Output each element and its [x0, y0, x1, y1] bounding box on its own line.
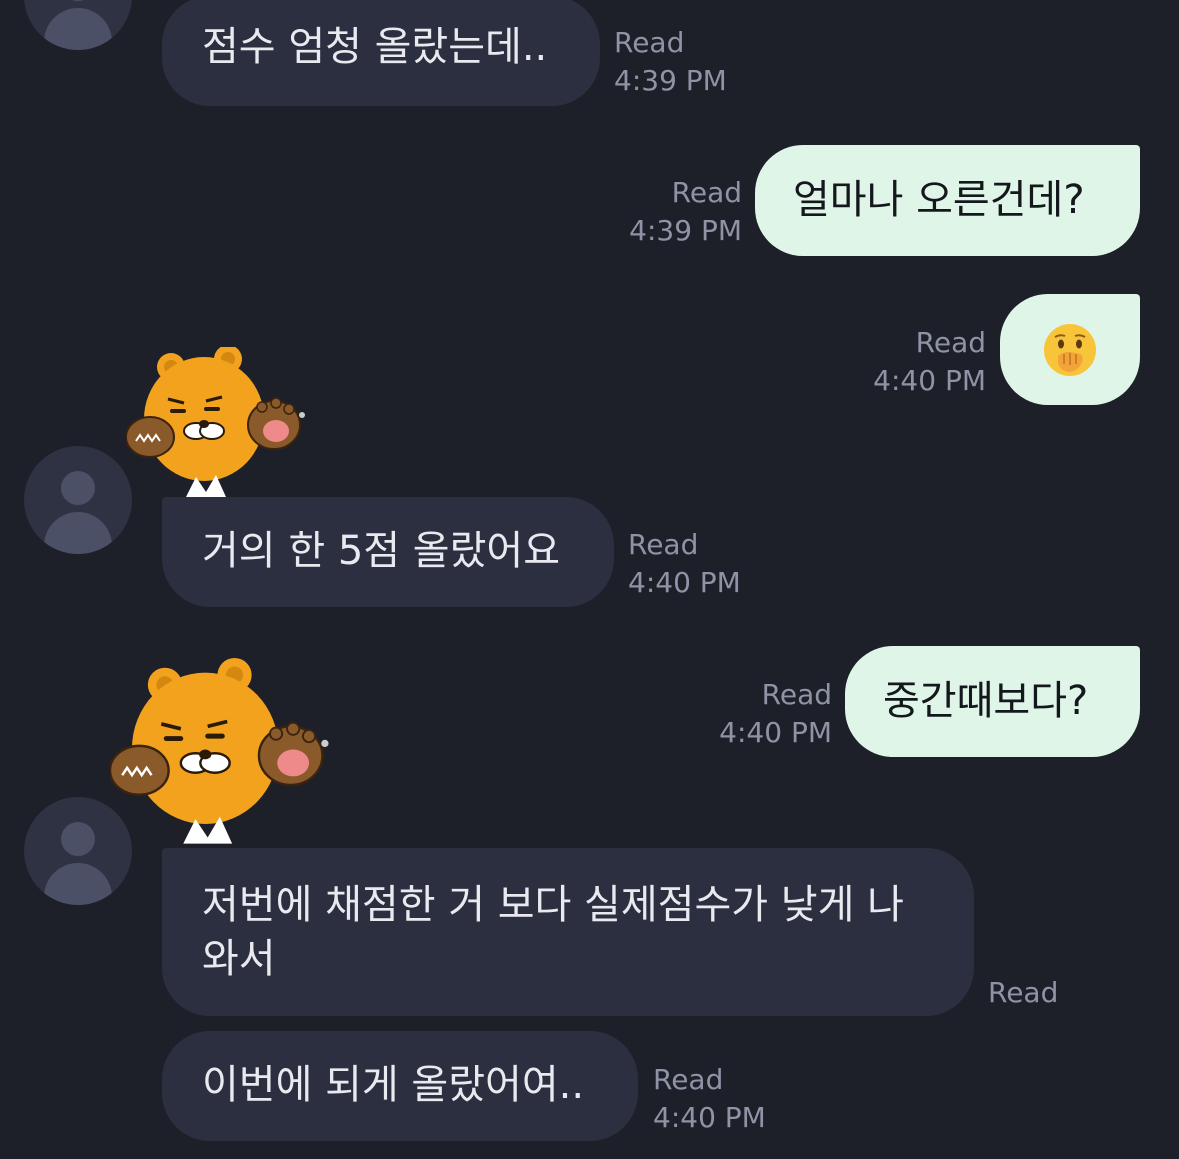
ryan-bear-sticker[interactable]	[110, 656, 342, 848]
avatar-shoulders-icon	[44, 863, 112, 905]
face-with-hand-over-mouth-icon	[1044, 324, 1096, 376]
message-meta: Read 4:40 PM	[690, 676, 832, 752]
sender-avatar[interactable]	[24, 797, 132, 905]
message-bubble-outgoing[interactable]: 중간때보다?	[845, 646, 1140, 757]
message-bubble-outgoing[interactable]	[1000, 294, 1140, 405]
read-receipt: Read	[761, 678, 832, 711]
message-meta: Read 4:39 PM	[600, 174, 742, 250]
avatar-shoulders-icon	[44, 512, 112, 554]
read-receipt: Read	[628, 528, 699, 561]
message-time: 4:40 PM	[653, 1101, 766, 1134]
message-time: 4:40 PM	[873, 364, 986, 397]
ryan-bear-sticker[interactable]	[126, 347, 316, 497]
avatar-shoulders-icon	[44, 8, 112, 50]
message-meta: Read 4:39 PM	[614, 24, 727, 100]
avatar-head-icon	[61, 471, 95, 505]
message-time: 4:39 PM	[629, 214, 742, 247]
message-bubble-incoming[interactable]: 이번에 되게 올랐어여..	[162, 1031, 638, 1141]
message-text-line: 저번에 채점한 거 보다 실제점수가 낮게 나	[202, 882, 904, 928]
message-meta: Read 4:40 PM	[653, 1061, 766, 1137]
message-bubble-incoming[interactable]: 점수 엄청 올랐는데..	[162, 0, 600, 106]
message-time: 4:40 PM	[628, 566, 741, 599]
avatar-head-icon	[61, 822, 95, 856]
sender-avatar[interactable]	[24, 446, 132, 554]
message-meta: Read	[988, 974, 1058, 1012]
message-bubble-incoming[interactable]: 저번에 채점한 거 보다 실제점수가 낮게 나 와서	[162, 848, 974, 1016]
message-meta: Read 4:40 PM	[840, 324, 986, 400]
message-time: 4:40 PM	[719, 716, 832, 749]
message-bubble-outgoing[interactable]: 얼마나 오른건데?	[755, 145, 1140, 256]
read-receipt: Read	[614, 26, 685, 59]
message-time: 4:39 PM	[614, 64, 727, 97]
sender-avatar[interactable]	[24, 0, 132, 50]
read-receipt: Read	[653, 1063, 724, 1096]
message-text-line: 와서	[202, 936, 276, 982]
read-receipt: Read	[988, 976, 1059, 1009]
message-bubble-incoming[interactable]: 거의 한 5점 올랐어요	[162, 497, 614, 607]
read-receipt: Read	[915, 326, 986, 359]
avatar-head-icon	[61, 0, 95, 1]
message-meta: Read 4:40 PM	[628, 526, 741, 602]
read-receipt: Read	[671, 176, 742, 209]
